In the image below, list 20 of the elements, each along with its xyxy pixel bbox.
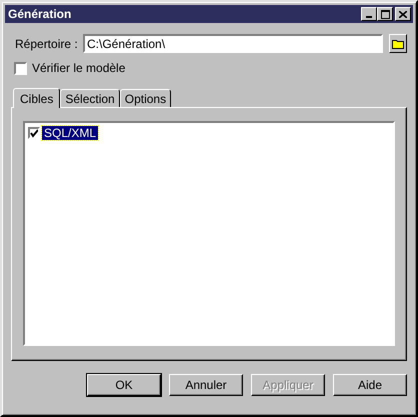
window-title: Génération	[8, 7, 72, 21]
tab[interactable]: Options	[120, 89, 172, 107]
dialog-button[interactable]: OK	[87, 374, 161, 396]
folder-icon	[392, 38, 404, 48]
minimize-button[interactable]	[361, 7, 377, 21]
directory-field[interactable]: C:\Génération\	[83, 34, 383, 53]
tab[interactable]: Sélection	[60, 89, 120, 107]
dialog-button[interactable]: Aide	[333, 374, 407, 396]
target-item[interactable]: SQL/XML	[42, 126, 98, 140]
browse-button[interactable]	[389, 34, 407, 53]
maximize-icon	[380, 10, 390, 18]
dialog-button[interactable]: Annuler	[169, 374, 243, 396]
close-button[interactable]	[395, 7, 411, 21]
directory-label: Répertoire :	[15, 36, 77, 50]
tab[interactable]: Cibles	[13, 88, 60, 108]
target-checkbox[interactable]	[28, 127, 40, 139]
verify-label: Vérifier le modèle	[32, 61, 126, 75]
close-icon	[399, 10, 407, 18]
maximize-button[interactable]	[377, 7, 393, 21]
verify-checkbox[interactable]	[14, 62, 27, 74]
